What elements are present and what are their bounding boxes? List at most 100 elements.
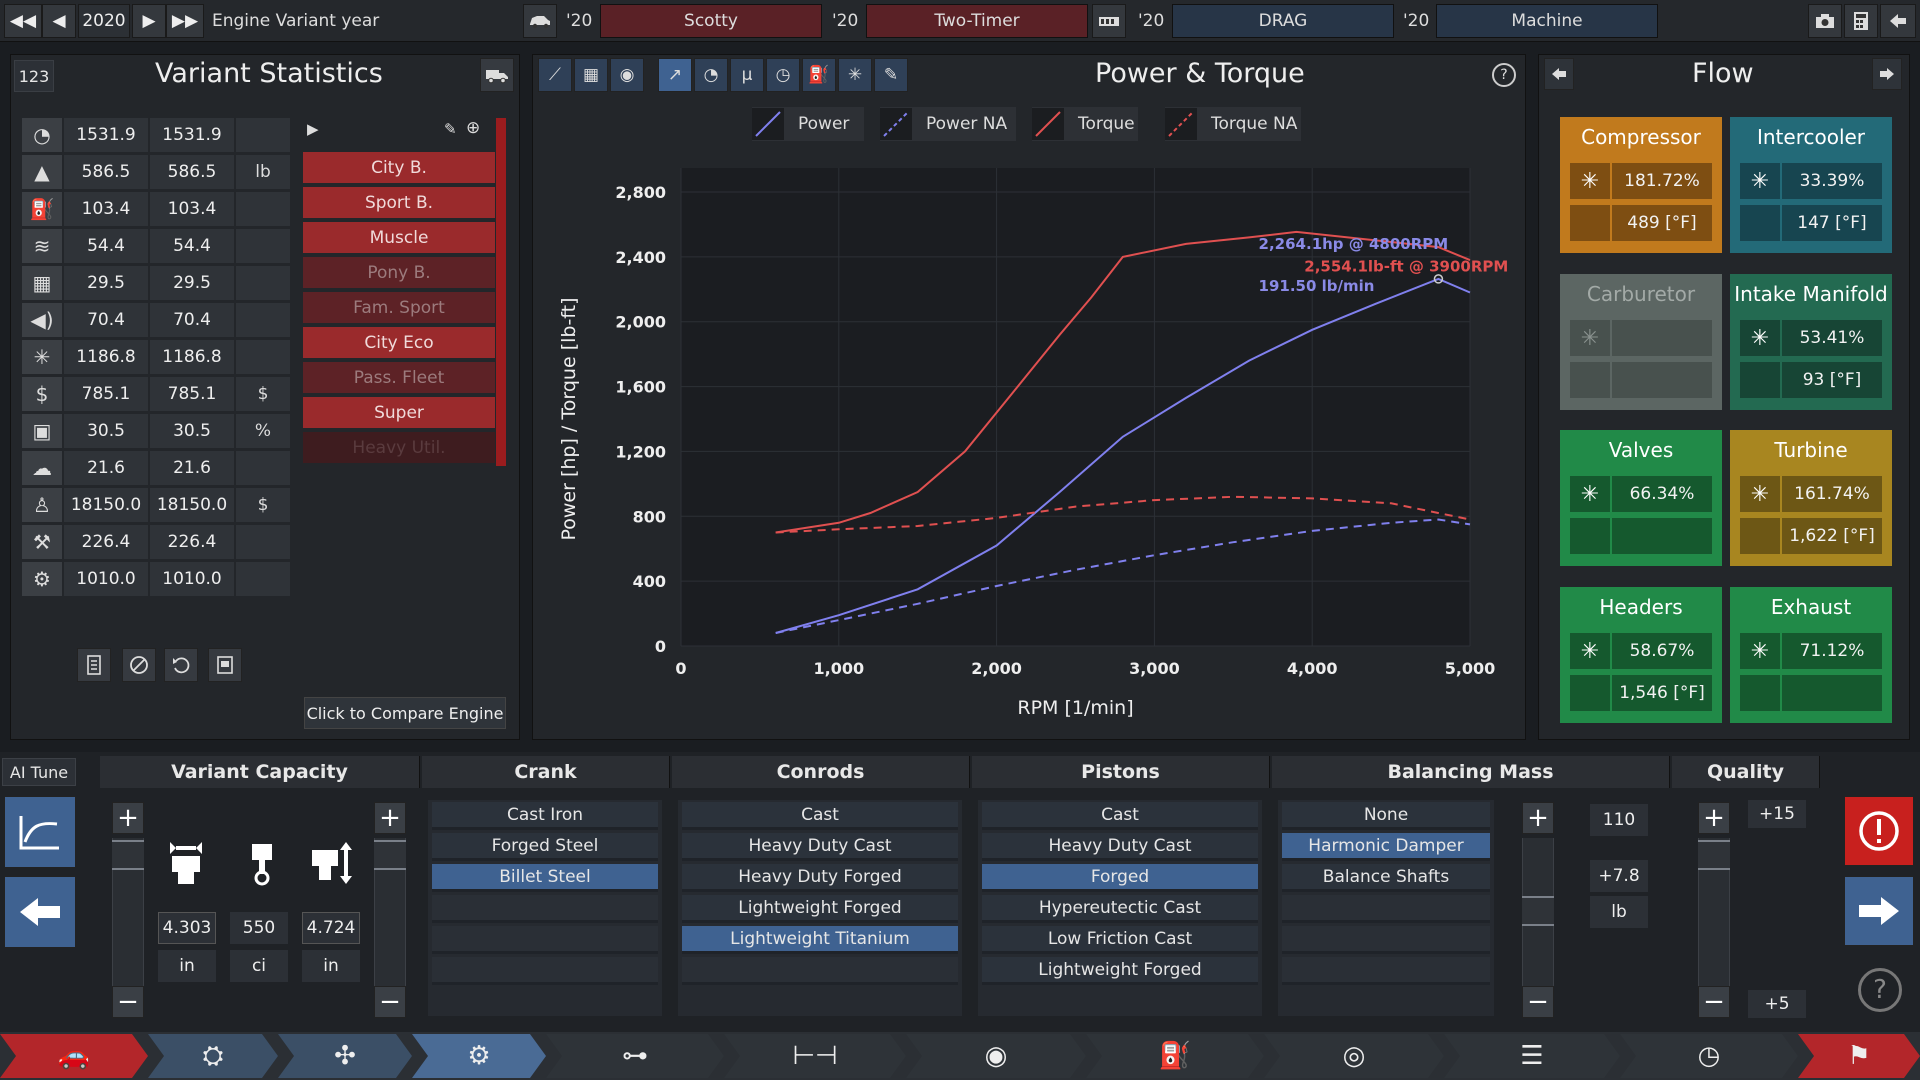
- stroke-minus-button[interactable]: −: [374, 986, 406, 1018]
- exhaust-icon[interactable]: ◎: [1264, 1034, 1444, 1078]
- next-arrow-button[interactable]: [1844, 876, 1914, 946]
- help-icon[interactable]: ?: [1492, 63, 1516, 87]
- quality-slider-handle[interactable]: [1698, 840, 1730, 870]
- camera-icon[interactable]: [1808, 4, 1842, 38]
- pistons-option[interactable]: Forged: [982, 864, 1258, 892]
- flow-prev-icon[interactable]: [1544, 58, 1574, 90]
- fuel-view-icon[interactable]: ⛽: [802, 58, 836, 92]
- model-machine[interactable]: Machine: [1436, 4, 1658, 38]
- conrods-option[interactable]: Heavy Duty Forged: [682, 864, 958, 892]
- stroke-slider-handle[interactable]: [374, 840, 406, 870]
- stroke-value[interactable]: 4.724: [302, 912, 360, 944]
- model-drag[interactable]: DRAG: [1172, 4, 1394, 38]
- flow-intake-manifold[interactable]: Intake Manifold ✳ 53.41% 93 [°F]: [1730, 274, 1892, 410]
- balancing-option[interactable]: None: [1282, 802, 1490, 830]
- balancing-minus-button[interactable]: −: [1522, 986, 1554, 1018]
- turbo-view-icon[interactable]: ◉: [610, 58, 644, 92]
- bore-value[interactable]: 4.303: [158, 912, 216, 944]
- market-item[interactable]: Super: [303, 397, 495, 430]
- chart-line-icon[interactable]: ↗: [658, 58, 692, 92]
- legend-item[interactable]: Torque NA: [1165, 107, 1301, 141]
- aspiration-icon[interactable]: ⊢⊣: [724, 1034, 906, 1078]
- pin-icon[interactable]: ✎: [444, 120, 457, 138]
- pistons-option[interactable]: Cast: [982, 802, 1258, 830]
- year-next-button[interactable]: ▶: [132, 4, 166, 38]
- flow-exhaust[interactable]: Exhaust ✳ 71.12%: [1730, 587, 1892, 723]
- conrods-option[interactable]: Cast: [682, 802, 958, 830]
- badge-123[interactable]: 123: [14, 60, 54, 92]
- flow-turbine[interactable]: Turbine ✳ 161.74% 1,622 [°F]: [1730, 430, 1892, 566]
- help-circle-icon[interactable]: ?: [1858, 968, 1902, 1012]
- legend-item[interactable]: Power NA: [880, 107, 1016, 141]
- mu-icon[interactable]: μ: [730, 58, 764, 92]
- copy-icon[interactable]: [208, 648, 242, 682]
- curve-icon[interactable]: ⟋: [538, 58, 572, 92]
- market-item[interactable]: Muscle: [303, 222, 495, 255]
- balancing-option[interactable]: Harmonic Damper: [1282, 833, 1490, 861]
- play-icon[interactable]: ▶: [307, 120, 319, 138]
- engine-icon[interactable]: [1092, 4, 1126, 38]
- year-back-fast-button[interactable]: ◀◀: [4, 4, 42, 38]
- market-item[interactable]: City B.: [303, 152, 495, 185]
- clear-icon[interactable]: [122, 648, 156, 682]
- quality-plus-button[interactable]: +: [1698, 802, 1730, 834]
- grid-icon[interactable]: ▦: [574, 58, 608, 92]
- flow-next-icon[interactable]: [1872, 58, 1902, 90]
- conrods-option[interactable]: Heavy Duty Cast: [682, 833, 958, 861]
- balancing-plus-button[interactable]: +: [1522, 802, 1554, 834]
- car-icon[interactable]: [523, 4, 557, 38]
- calculator-icon[interactable]: [1844, 4, 1878, 38]
- market-item[interactable]: Pony B.: [303, 257, 495, 290]
- pistons-option[interactable]: Hypereutectic Cast: [982, 895, 1258, 923]
- market-item[interactable]: Sport B.: [303, 187, 495, 220]
- back-arrow-button[interactable]: [4, 876, 76, 948]
- pistons-option[interactable]: Low Friction Cast: [982, 926, 1258, 954]
- gauge-view-icon[interactable]: ◔: [694, 58, 728, 92]
- conrods-option[interactable]: Lightweight Forged: [682, 895, 958, 923]
- market-item[interactable]: Pass. Fleet: [303, 362, 495, 395]
- truck-export-icon[interactable]: [480, 58, 514, 92]
- timer-icon[interactable]: ◷: [766, 58, 800, 92]
- bore-plus-button[interactable]: +: [112, 802, 144, 834]
- ai-tune-button[interactable]: AI Tune: [2, 758, 76, 786]
- top-end-icon[interactable]: ⊶: [546, 1034, 724, 1078]
- balancing-slider-handle[interactable]: [1522, 896, 1554, 926]
- fuel-system-icon[interactable]: ⛽: [1086, 1034, 1264, 1078]
- crank-option[interactable]: Billet Steel: [432, 864, 658, 892]
- year-back-button[interactable]: ◀: [42, 4, 76, 38]
- ai-tune-graph-icon[interactable]: [4, 796, 76, 868]
- market-item[interactable]: Fam. Sport: [303, 292, 495, 325]
- engine-family-icon[interactable]: ✣: [278, 1034, 412, 1078]
- stroke-plus-button[interactable]: +: [374, 802, 406, 834]
- flow-headers[interactable]: Headers ✳ 58.67% 1,546 [°F]: [1560, 587, 1722, 723]
- test-track-icon[interactable]: ◷: [1620, 1034, 1798, 1078]
- crank-option[interactable]: Cast Iron: [432, 802, 658, 830]
- pistons-option[interactable]: Heavy Duty Cast: [982, 833, 1258, 861]
- gearbox-icon[interactable]: ☰: [1444, 1034, 1620, 1078]
- market-item[interactable]: City Eco: [303, 327, 495, 360]
- flow-valves[interactable]: Valves ✳ 66.34%: [1560, 430, 1722, 566]
- engine-variant-icon[interactable]: ⚙: [412, 1034, 546, 1078]
- radiator-view-icon[interactable]: ✳: [838, 58, 872, 92]
- car-model-icon[interactable]: ⚑: [1798, 1034, 1920, 1078]
- back-icon[interactable]: [1880, 4, 1916, 38]
- model-two-timer[interactable]: Two-Timer: [866, 4, 1088, 38]
- pistons-option[interactable]: Lightweight Forged: [982, 957, 1258, 985]
- conrods-option[interactable]: Lightweight Titanium: [682, 926, 958, 954]
- tools-icon[interactable]: ✎: [874, 58, 908, 92]
- crank-option[interactable]: Forged Steel: [432, 833, 658, 861]
- bore-slider-handle[interactable]: [112, 840, 144, 870]
- undo-icon[interactable]: [164, 648, 198, 682]
- flow-carburetor[interactable]: Carburetor ✳: [1560, 274, 1722, 410]
- balancing-option[interactable]: Balance Shafts: [1282, 864, 1490, 892]
- target-icon[interactable]: ⊕: [466, 118, 480, 138]
- year-next-fast-button[interactable]: ▶▶: [166, 4, 204, 38]
- compare-engine-button[interactable]: Click to Compare Engine: [304, 697, 506, 729]
- chassis-icon[interactable]: ⛭: [148, 1034, 278, 1078]
- legend-item[interactable]: Torque: [1032, 107, 1138, 141]
- turbo-icon[interactable]: ◉: [906, 1034, 1086, 1078]
- notes-icon[interactable]: [77, 648, 111, 682]
- market-item[interactable]: Heavy Util.: [303, 432, 495, 465]
- warning-icon[interactable]: [1844, 796, 1914, 866]
- car-body-icon[interactable]: 🚗: [0, 1034, 148, 1078]
